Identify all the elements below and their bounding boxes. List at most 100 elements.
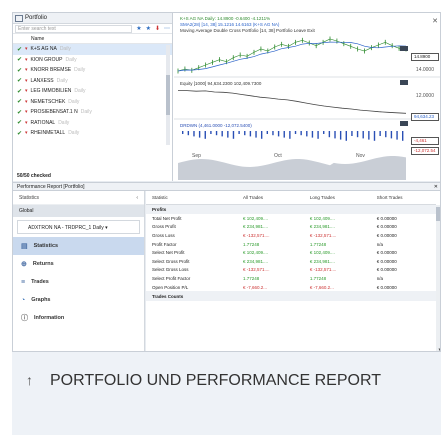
portfolio-scrollbar[interactable] (166, 45, 170, 145)
table-row[interactable]: Gross Profit € 234,981.... € 234,981.... € … (146, 223, 436, 232)
checkmark-icon[interactable]: ✔ (17, 46, 22, 53)
pane-menu-icon[interactable] (400, 80, 408, 85)
grid-icon (15, 14, 23, 22)
account-select-value: ADXTRON NA - TRDPRC_1 Daily (28, 225, 104, 231)
portfolio-row[interactable]: ✔ ▾ RATIONAL Daily (13, 118, 172, 129)
nav-item-label: Returns (32, 261, 54, 267)
portfolio-row[interactable]: ✔ ▾ KNORR BREMSE Daily (13, 65, 172, 76)
section-trades-counts[interactable]: Trades Counts (146, 291, 436, 302)
legend-strategy: Moving Average Double Cross Portfolio [1… (180, 28, 315, 33)
column-header[interactable]: Long Trades (303, 191, 371, 205)
report-title: Performance Report [Portfolio] (17, 184, 85, 190)
table-row[interactable]: Total Net Profit € 102,409.... € 102,409..… (146, 214, 436, 223)
nav-item-information[interactable]: ⓘ Information (13, 309, 144, 327)
cell-all-trades: € 234,981.... (242, 224, 268, 230)
table-row[interactable]: Select Gross Loss € -132,571.... € -132,57… (146, 266, 436, 275)
cell-long-trades: € 234,981.... (309, 258, 335, 264)
month-oct: Oct (274, 153, 282, 159)
report-titlebar: Performance Report [Portfolio] ✕ (13, 182, 440, 191)
account-select[interactable]: ADXTRON NA - TRDPRC_1 Daily ▾ (17, 220, 140, 234)
price-label-1: 14.0000 (415, 67, 434, 73)
table-row[interactable]: Open Position P/L € -7,660.2... € -7,660.2… (146, 283, 436, 292)
table-row[interactable]: Select Net Profit € 102,409.... € 102,409.… (146, 248, 436, 257)
star-add-icon[interactable]: ★ (146, 25, 151, 32)
nav-item-statistics[interactable]: ▤ Statistics (13, 237, 144, 255)
close-icon[interactable]: ✕ (434, 183, 438, 191)
cell-all-trades: € -132,571.... (242, 267, 270, 273)
cell-long-trades: € 234,981.... (309, 224, 335, 230)
checkmark-icon[interactable]: ✔ (17, 56, 22, 63)
cell-statistic: Select Net Profit (152, 250, 185, 256)
checkmark-icon[interactable]: ✔ (17, 88, 22, 95)
cell-all-trades: € 234,981.... (242, 258, 268, 264)
portfolio-row[interactable]: ✔ ▾ LEG IMMOBILIEN Daily (13, 86, 172, 97)
table-row[interactable]: Select Gross Profit € 234,981.... € 234,98… (146, 257, 436, 266)
checkmark-icon[interactable]: ✔ (17, 77, 22, 84)
portfolio-row[interactable]: ✔ ▾ LANXESS Daily (13, 76, 172, 87)
portfolio-row[interactable]: ✔ ▾ RHEINMETALL Daily (13, 128, 172, 139)
chevron-left-icon[interactable]: ‹ (136, 191, 138, 205)
table-row[interactable]: Select Profit Factor 1.77248 1.77248 n/a (146, 274, 436, 283)
scope-global[interactable]: Global (13, 205, 144, 217)
drawdown-bar (339, 131, 342, 140)
pane-menu-icon[interactable] (400, 46, 408, 51)
more-icon[interactable]: ⋯ (164, 25, 170, 32)
checkmark-icon[interactable]: ✔ (17, 119, 22, 126)
nav-item-label: Statistics (33, 243, 59, 249)
information-icon: ⓘ (21, 315, 28, 322)
nav-item-trades[interactable]: ≡ Trades (13, 273, 144, 291)
portfolio-row[interactable]: ✔ ▾ KION GROUP Daily (13, 55, 172, 66)
cell-short-trades: n/a (376, 275, 383, 281)
portfolio-row[interactable]: ✔ ▾ PROSIEBENSAT.1 N Daily (13, 107, 172, 118)
close-icon[interactable]: ✕ (432, 17, 438, 25)
drawdown-bar (283, 131, 285, 138)
portfolio-row-suffix: Daily (68, 130, 80, 137)
drawdown-bar (277, 131, 280, 137)
month-nov: Nov (356, 153, 365, 159)
column-header[interactable]: Statistic (146, 191, 237, 205)
drawdown-bar (328, 131, 331, 138)
nav-item-graphs[interactable]: ◔ Graphs (13, 291, 144, 309)
cell-statistic: Open Position P/L (152, 284, 189, 290)
section-profits[interactable]: Profits (146, 204, 436, 214)
chart-panel[interactable]: K+S AG NA Daily: 14.8900 -0.6400 -4.1211… (174, 13, 440, 181)
portfolio-title: Portfolio (25, 14, 48, 21)
pane-menu-icon[interactable] (400, 121, 408, 126)
cell-long-trades: 1.77248 (309, 241, 327, 247)
table-scrollbar[interactable] (436, 205, 440, 351)
table-row[interactable]: Profit Factor 1.77248 1.77248 n/a (146, 240, 436, 249)
column-header-name[interactable]: Name (13, 34, 172, 44)
table-row[interactable]: Gross Loss € -132,571.... € -132,571.... € … (146, 231, 436, 240)
checkmark-icon[interactable]: ✔ (17, 67, 22, 74)
cell-statistic: Select Profit Factor (152, 275, 191, 281)
overview-area[interactable] (178, 156, 406, 180)
cell-long-trades: 1.77248 (309, 275, 327, 281)
checked-count: 50/50 checked (17, 173, 51, 179)
star-icon[interactable]: ★ (136, 25, 141, 32)
checkmark-icon[interactable]: ✔ (17, 109, 22, 116)
cell-statistic: Select Gross Profit (152, 258, 190, 264)
nav-item-returns[interactable]: ⊕ Returns (13, 255, 144, 273)
portfolio-row-suffix: Daily (56, 77, 68, 84)
column-header[interactable]: Short Trades (370, 191, 436, 205)
cell-statistic: Select Gross Loss (152, 267, 189, 273)
portfolio-row[interactable]: ✔ ▾ NEMETSCHEK Daily (13, 97, 172, 108)
drawdown-bar (334, 131, 336, 139)
drawdown-bar (255, 131, 257, 138)
legend-equity: Equity [1000] 94,634.2300 102,409.7300 (180, 81, 262, 86)
drawdown-bar (260, 131, 263, 139)
status-dot-icon: ▾ (25, 98, 28, 105)
search-input[interactable]: Enter search text (15, 24, 133, 33)
drawdown-bar (368, 131, 370, 140)
drawdown-bar (294, 131, 297, 134)
column-header[interactable]: All Trades (236, 191, 304, 205)
checkmark-icon[interactable]: ✔ (17, 98, 22, 105)
statistics-icon: ▤ (21, 243, 28, 250)
table-body: Profits Total Net Profit € 102,409.... € 10… (146, 204, 436, 302)
down-arrow-icon[interactable]: ⬇ (155, 25, 160, 32)
portfolio-row[interactable]: ✔ ▾ K+S AG NA Daily (13, 44, 172, 55)
cell-all-trades: € -7,660.2... (242, 284, 267, 290)
drawdown-bar (396, 131, 398, 140)
checkmark-icon[interactable]: ✔ (17, 130, 22, 137)
drawdown-bar (402, 131, 404, 141)
